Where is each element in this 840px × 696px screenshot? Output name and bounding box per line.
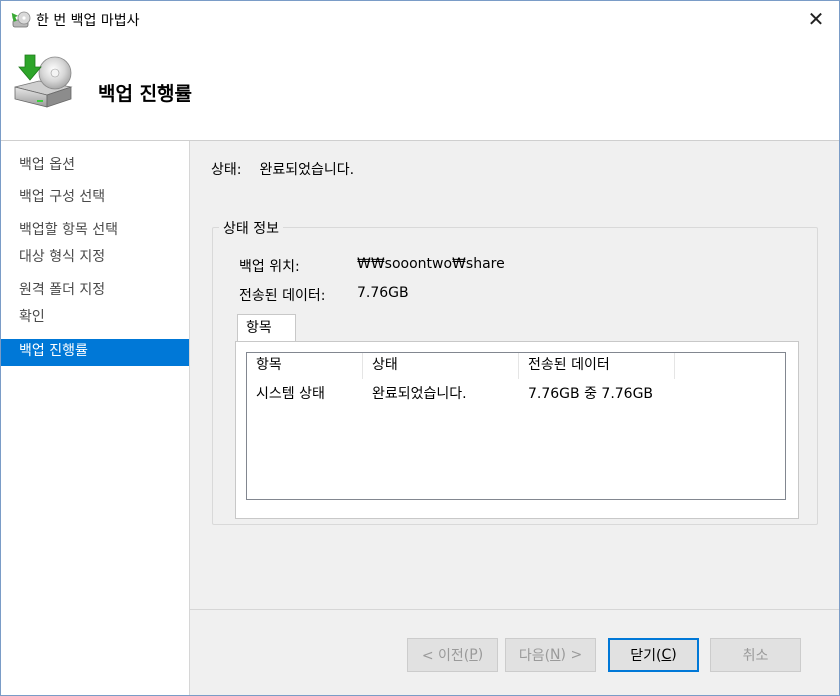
group-legend: 상태 정보 <box>219 218 283 238</box>
row-cell-item: 시스템 상태 <box>256 386 325 402</box>
sidebar-item-select-items[interactable]: 백업할 항목 선택 <box>19 219 118 239</box>
window-title: 한 번 백업 마법사 <box>36 13 140 29</box>
wizard-header: 백업 진행률 <box>1 37 839 141</box>
previous-button[interactable]: < 이전(P) <box>407 638 498 672</box>
sidebar-item-remote-folder[interactable]: 원격 폴더 지정 <box>19 279 105 299</box>
status-row: 상태: 완료되었습니다. <box>211 159 354 179</box>
items-list[interactable]: 항목 상태 전송된 데이터 시스템 상태 완료되었습니다. 7.76GB 중 7… <box>246 352 786 500</box>
backup-wizard-icon <box>11 11 31 28</box>
sidebar-item-backup-options[interactable]: 백업 옵션 <box>19 154 75 174</box>
transferred-data-value: 7.76GB <box>357 285 409 301</box>
backup-drive-icon <box>14 54 73 108</box>
status-value: 완료되었습니다. <box>259 162 355 178</box>
close-button[interactable]: 닫기(C) <box>608 638 699 672</box>
column-header-status[interactable]: 상태 <box>363 353 519 379</box>
cancel-button-label: 취소 <box>742 648 769 664</box>
tab-items[interactable]: 항목 <box>237 314 296 342</box>
wizard-footer: < 이전(P) 다음(N) > 닫기(C) 취소 <box>190 609 839 695</box>
main-panel: 상태: 완료되었습니다. 상태 정보 백업 위치: ₩₩sooontwo₩shar… <box>190 141 839 609</box>
transferred-data-label: 전송된 데이터: <box>239 288 326 304</box>
next-button-label: 다음( <box>518 648 551 664</box>
sidebar-item-destination-type[interactable]: 대상 형식 지정 <box>19 246 105 266</box>
status-label: 상태: <box>211 162 242 178</box>
column-header-item[interactable]: 항목 <box>247 353 363 379</box>
close-button-accesskey: C <box>661 647 672 663</box>
row-cell-transferred: 7.76GB 중 7.76GB <box>528 386 654 402</box>
column-header-transferred[interactable]: 전송된 데이터 <box>519 353 675 379</box>
previous-button-label-end: ) <box>477 647 484 663</box>
previous-button-label: < 이전( <box>421 648 470 664</box>
previous-button-accesskey: P <box>469 647 478 663</box>
wizard-steps-sidebar: 백업 옵션 백업 구성 선택 백업할 항목 선택 대상 형식 지정 원격 폴더 … <box>1 141 190 695</box>
close-window-button[interactable]: ✕ <box>793 1 839 37</box>
sidebar-item-confirmation[interactable]: 확인 <box>19 306 45 326</box>
close-icon: ✕ <box>807 7 825 31</box>
next-button-label-end: ) > <box>560 647 583 663</box>
status-info-group: 상태 정보 백업 위치: ₩₩sooontwo₩share 전송된 데이터: 7… <box>212 218 818 525</box>
wizard-window: 한 번 백업 마법사 ✕ 백업 진행률 백업 옵션 백업 구성 선택 백업할 항… <box>0 0 840 696</box>
backup-location-label: 백업 위치: <box>239 259 300 275</box>
tab-items-label: 항목 <box>246 320 272 336</box>
sidebar-item-backup-progress[interactable]: 백업 진행률 <box>1 339 189 366</box>
backup-location-value: ₩₩sooontwo₩share <box>357 256 505 272</box>
sidebar-item-select-configuration[interactable]: 백업 구성 선택 <box>19 186 105 206</box>
page-title: 백업 진행률 <box>98 83 193 105</box>
row-cell-status: 완료되었습니다. <box>372 386 467 402</box>
title-bar: 한 번 백업 마법사 ✕ <box>1 1 839 37</box>
cancel-button[interactable]: 취소 <box>710 638 801 672</box>
close-button-label: 닫기( <box>630 648 662 664</box>
close-button-label-end: ) <box>671 647 677 663</box>
next-button[interactable]: 다음(N) > <box>505 638 596 672</box>
tab-panel: 항목 상태 전송된 데이터 시스템 상태 완료되었습니다. 7.76GB 중 7… <box>235 341 799 519</box>
next-button-accesskey: N <box>550 647 561 663</box>
